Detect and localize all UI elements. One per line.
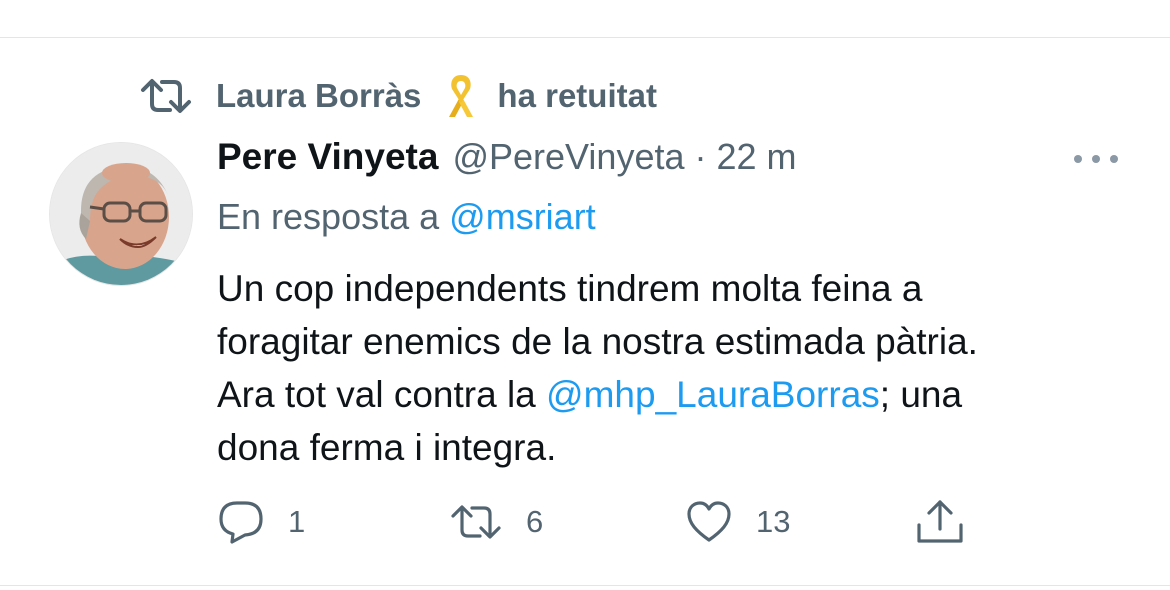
share-icon [916,499,964,545]
top-divider [0,37,1170,38]
reply-prefix: En resposta a [217,196,440,237]
retweet-context: Laura Borràs ha retuitat [140,72,657,120]
user-handle[interactable]: @PereVinyeta [452,136,684,178]
retweet-icon [450,504,502,540]
bottom-divider [0,585,1170,586]
retweet-count: 6 [526,504,544,539]
reply-context: En resposta a @msriart [217,196,596,238]
like-count: 13 [756,504,791,539]
retweet-button[interactable]: 6 [450,498,543,546]
retweeter-name[interactable]: Laura Borràs [216,77,421,115]
tweet-text-line-4: dona ferma i integra. [217,427,557,468]
reply-button[interactable]: 1 [218,498,305,546]
separator-dot: · [694,136,707,177]
tweet-text-line-3-start: Ara tot val contra la [217,374,547,415]
reply-icon [218,500,264,544]
reply-mention-link[interactable]: @msriart [449,196,596,237]
tweet-text-line-3: Ara tot val contra la @mhp_LauraBorras; … [217,368,1117,421]
tweet-text-line-1: Un cop independents tindrem molta feina … [217,268,923,309]
tweet-text: Un cop independents tindrem molta feina … [217,262,1117,474]
yellow-ribbon-icon [441,73,481,119]
tweet-text-line-2: foragitar enemics de la nostra estimada … [217,321,978,362]
display-name[interactable]: Pere Vinyeta [217,136,438,178]
like-button[interactable]: 13 [686,498,790,546]
share-button[interactable] [916,498,964,546]
more-icon[interactable] [1074,150,1118,168]
tweet-header: Pere Vinyeta @PereVinyeta · 22 m [217,136,797,182]
like-icon [686,501,732,543]
retweet-label: ha retuitat [497,77,657,114]
timestamp[interactable]: 22 m [716,136,796,178]
retweet-icon [140,78,192,114]
tweet-mention-link[interactable]: @mhp_LauraBorras [546,374,880,415]
avatar[interactable] [49,142,193,286]
tweet-text-line-3-end: ; una [879,374,963,415]
reply-count: 1 [288,504,306,539]
